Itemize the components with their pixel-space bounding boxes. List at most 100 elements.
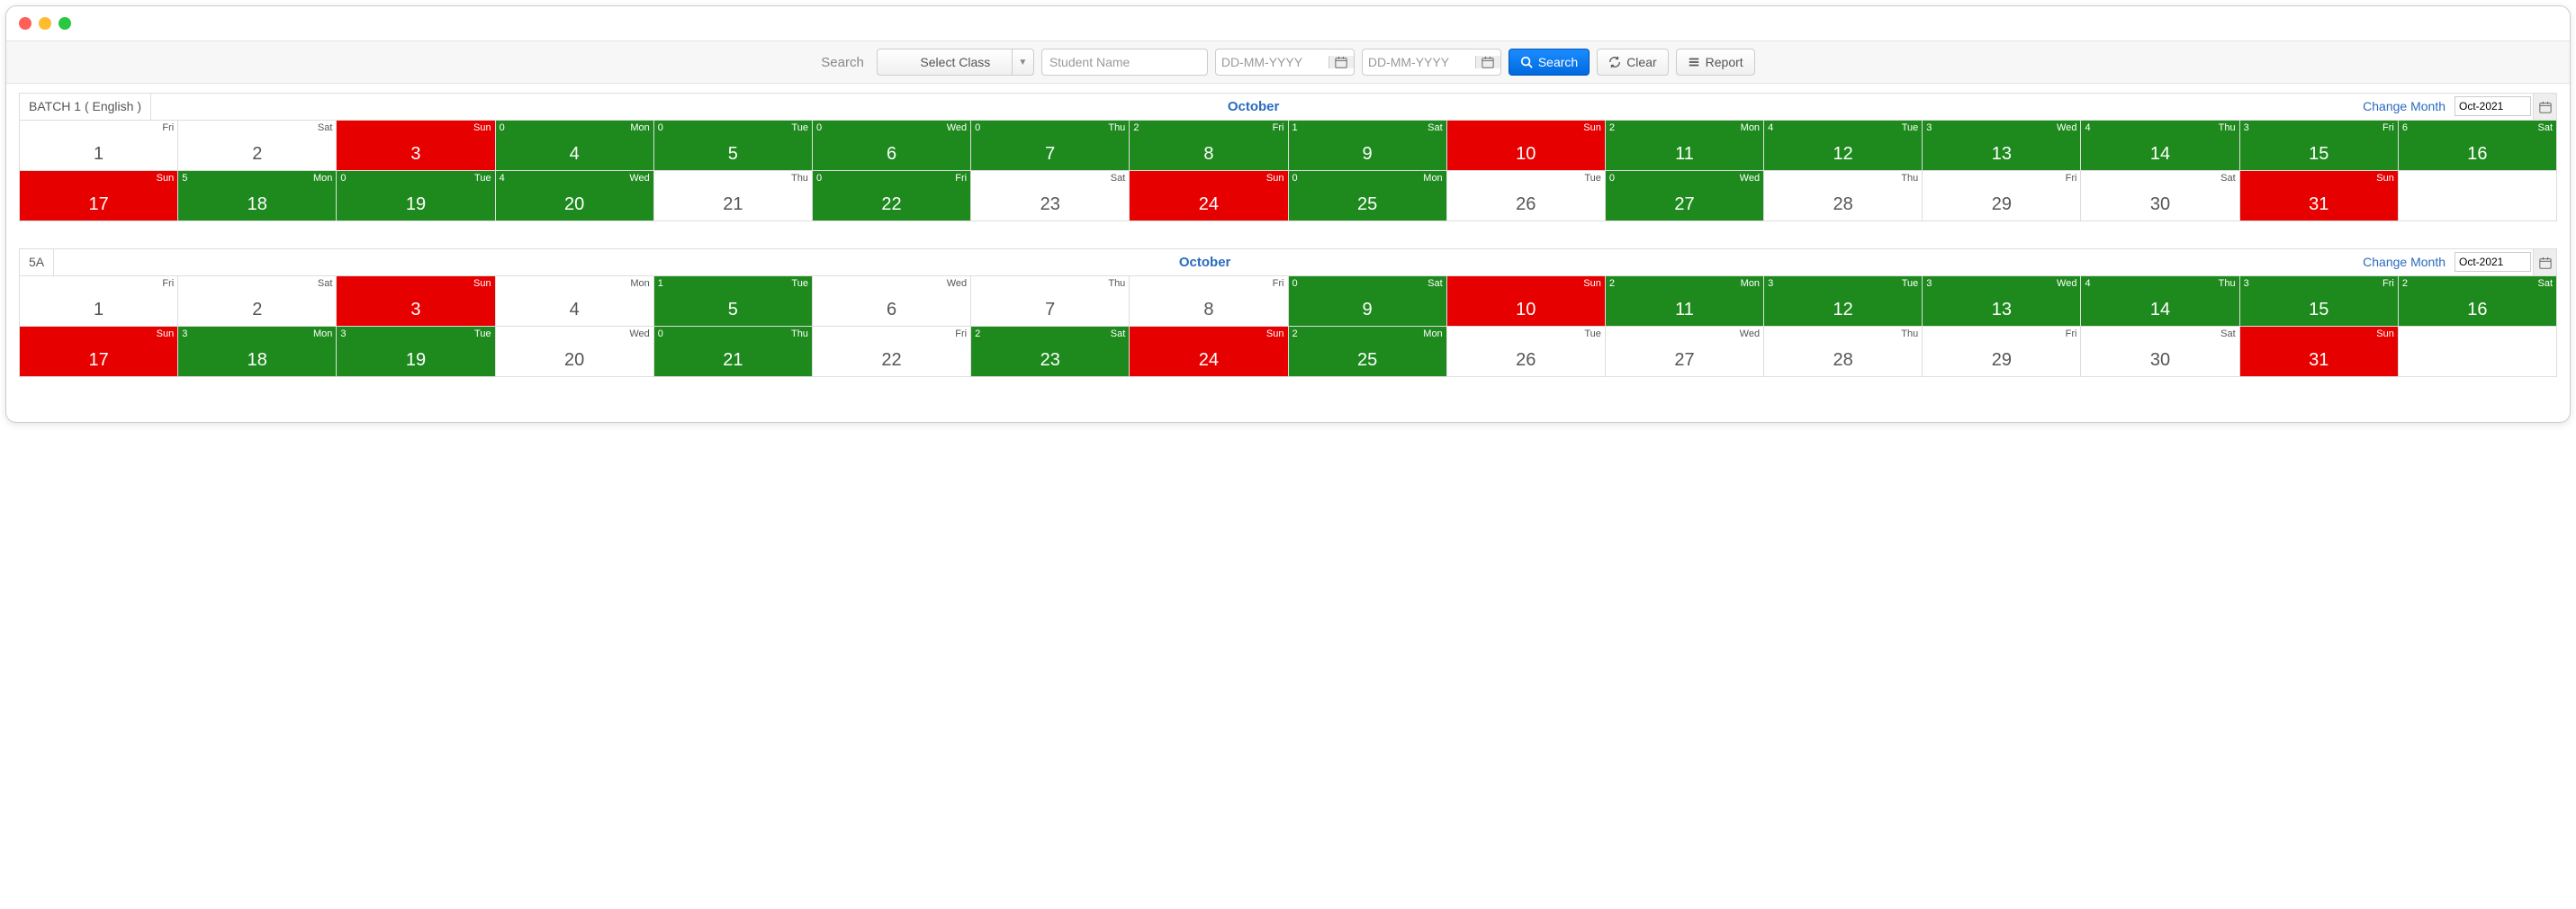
day-cell[interactable]: Sat2 — [178, 121, 337, 171]
day-cell[interactable]: 1Sat9 — [1289, 121, 1447, 171]
day-count: 2 — [975, 328, 980, 339]
day-cell[interactable]: Sun31 — [2240, 171, 2399, 221]
day-cell[interactable]: Tue26 — [1447, 171, 1606, 221]
close-icon[interactable] — [19, 17, 32, 30]
day-cell[interactable]: 0Thu7 — [971, 121, 1130, 171]
day-cell[interactable]: Sun31 — [2240, 327, 2399, 377]
day-cell[interactable]: 0Fri22 — [813, 171, 971, 221]
date-from-input[interactable]: DD-MM-YYYY — [1215, 49, 1355, 76]
day-cell[interactable]: Mon4 — [496, 276, 654, 327]
calendar-icon[interactable] — [1329, 56, 1354, 68]
day-cell[interactable]: Sun17 — [20, 327, 178, 377]
day-cell[interactable]: Fri8 — [1130, 276, 1288, 327]
day-number: 20 — [496, 350, 653, 371]
day-cell[interactable]: Thu28 — [1764, 171, 1923, 221]
day-cell[interactable]: Fri1 — [20, 121, 178, 171]
day-of-week: Sun — [1266, 173, 1284, 184]
day-of-week: Sun — [2376, 173, 2394, 184]
calendar-icon[interactable] — [1475, 56, 1500, 68]
clear-button[interactable]: Clear — [1597, 49, 1668, 76]
day-cell[interactable]: Thu28 — [1764, 327, 1923, 377]
day-cell[interactable]: 0Wed6 — [813, 121, 971, 171]
day-number: 4 — [496, 144, 653, 165]
day-of-week: Sat — [1111, 173, 1126, 184]
month-input[interactable] — [2454, 252, 2531, 272]
maximize-icon[interactable] — [59, 17, 71, 30]
day-cell[interactable]: Sat30 — [2081, 171, 2239, 221]
day-of-week: Mon — [1741, 122, 1760, 133]
day-of-week: Thu — [1901, 173, 1918, 184]
day-cell[interactable]: Sat2 — [178, 276, 337, 327]
day-cell[interactable]: Sun3 — [337, 121, 495, 171]
month-input[interactable] — [2454, 96, 2531, 116]
day-number: 14 — [2081, 300, 2238, 320]
day-cell[interactable]: 2Mon11 — [1606, 276, 1764, 327]
day-number: 16 — [2399, 300, 2556, 320]
day-cell[interactable]: 3Fri15 — [2240, 121, 2399, 171]
day-cell[interactable]: 2Mon25 — [1289, 327, 1447, 377]
day-cell[interactable]: Wed6 — [813, 276, 971, 327]
day-cell[interactable]: Fri1 — [20, 276, 178, 327]
day-cell[interactable]: 0Tue5 — [654, 121, 813, 171]
day-count: 3 — [340, 328, 346, 339]
day-cell[interactable]: Fri22 — [813, 327, 971, 377]
day-cell[interactable]: 5Mon18 — [178, 171, 337, 221]
day-of-week: Sat — [2220, 328, 2236, 339]
day-cell[interactable]: 2Sat23 — [971, 327, 1130, 377]
calendar-icon[interactable] — [2533, 249, 2556, 275]
day-cell[interactable]: 3Wed13 — [1923, 276, 2081, 327]
day-cell[interactable]: Wed20 — [496, 327, 654, 377]
day-cell[interactable]: 2Sat16 — [2399, 276, 2557, 327]
day-cell[interactable]: Sun24 — [1130, 327, 1288, 377]
day-of-week: Thu — [1901, 328, 1918, 339]
day-cell[interactable]: 0Mon4 — [496, 121, 654, 171]
day-cell[interactable]: 0Sat9 — [1289, 276, 1447, 327]
date-to-input[interactable]: DD-MM-YYYY — [1362, 49, 1501, 76]
day-of-week: Fri — [955, 328, 967, 339]
day-count: 4 — [500, 173, 505, 184]
day-cell[interactable]: 3Tue12 — [1764, 276, 1923, 327]
day-cell[interactable]: 0Thu21 — [654, 327, 813, 377]
day-cell[interactable]: Sun3 — [337, 276, 495, 327]
day-cell[interactable]: Sun24 — [1130, 171, 1288, 221]
day-cell[interactable]: 3Fri15 — [2240, 276, 2399, 327]
day-of-week: Fri — [1273, 122, 1284, 133]
day-number: 23 — [971, 350, 1129, 371]
day-cell[interactable]: 3Tue19 — [337, 327, 495, 377]
day-number: 2 — [178, 300, 336, 320]
day-cell[interactable]: Fri29 — [1923, 171, 2081, 221]
day-cell[interactable]: 3Mon18 — [178, 327, 337, 377]
report-button[interactable]: Report — [1676, 49, 1755, 76]
day-cell[interactable]: Wed27 — [1606, 327, 1764, 377]
day-cell[interactable]: 0Wed27 — [1606, 171, 1764, 221]
day-cell[interactable]: 0Tue19 — [337, 171, 495, 221]
day-cell[interactable]: Sun17 — [20, 171, 178, 221]
day-cell[interactable]: 4Thu14 — [2081, 121, 2239, 171]
day-cell[interactable]: Tue26 — [1447, 327, 1606, 377]
day-cell[interactable]: 4Tue12 — [1764, 121, 1923, 171]
day-of-week: Thu — [791, 173, 808, 184]
day-count: 3 — [1926, 122, 1932, 133]
day-cell[interactable]: 1Tue5 — [654, 276, 813, 327]
day-cell[interactable]: 2Fri8 — [1130, 121, 1288, 171]
day-cell[interactable]: Sun10 — [1447, 121, 1606, 171]
search-button[interactable]: Search — [1509, 49, 1590, 76]
calendar-icon[interactable] — [2533, 94, 2556, 120]
day-cell[interactable]: 0Mon25 — [1289, 171, 1447, 221]
day-cell[interactable]: Fri29 — [1923, 327, 2081, 377]
day-cell[interactable]: Sat23 — [971, 171, 1130, 221]
student-name-input[interactable]: Student Name — [1041, 49, 1208, 76]
day-cell[interactable]: 4Wed20 — [496, 171, 654, 221]
day-of-week: Tue — [474, 173, 491, 184]
day-cell[interactable]: 6Sat16 — [2399, 121, 2557, 171]
day-cell[interactable]: 3Wed13 — [1923, 121, 2081, 171]
minimize-icon[interactable] — [39, 17, 51, 30]
class-select[interactable]: Select Class ▼ — [877, 49, 1034, 76]
day-cell[interactable]: Thu21 — [654, 171, 813, 221]
day-cell[interactable]: Thu7 — [971, 276, 1130, 327]
day-cell[interactable]: Sun10 — [1447, 276, 1606, 327]
day-cell[interactable]: 2Mon11 — [1606, 121, 1764, 171]
clear-button-label: Clear — [1626, 55, 1656, 69]
day-cell[interactable]: Sat30 — [2081, 327, 2239, 377]
day-cell[interactable]: 4Thu14 — [2081, 276, 2239, 327]
